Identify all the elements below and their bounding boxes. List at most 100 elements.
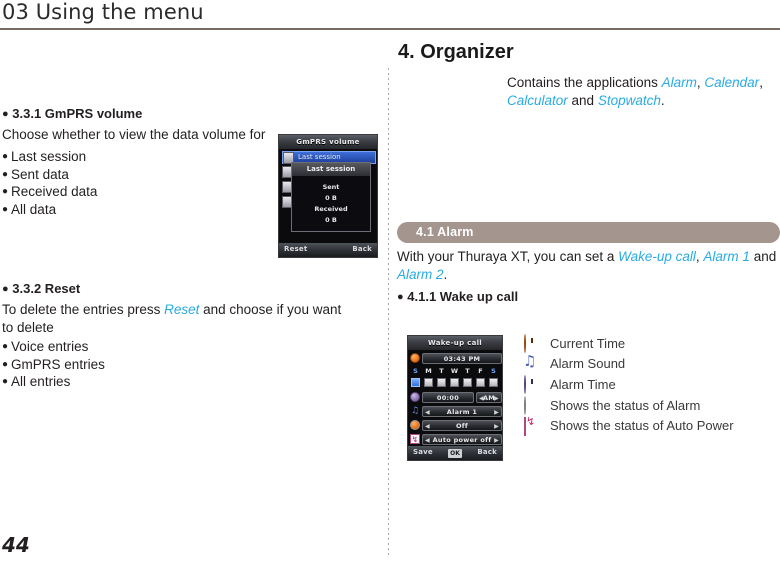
section-3-3-2-intro: To delete the entries press Reset and ch… [2,301,352,337]
alarm-description: With your Thuraya XT, you can set a Wake… [397,248,779,284]
softkey-left-reset[interactable]: Reset [284,245,307,253]
popup-received-value: 0 B [325,216,337,224]
gmprs-volume-screen-mock: GmPRS volume Last session Sent data Rece… [278,134,378,258]
alarm-time-icon [524,375,540,395]
bullet-dot: ● [2,168,9,180]
auto-power-selector[interactable]: ◀ Auto power off ▶ [422,434,502,445]
weekday-checkbox-sun[interactable] [411,378,420,387]
section-3-3-1-heading-text: 3.3.1 GmPRS volume [12,106,143,121]
section-4-1-1-heading: ● 4.1.1 Wake up call [397,289,518,304]
screen-softkey-bar: Reset Back [279,243,377,257]
legend-item-alarm-time: Alarm Time [524,374,774,395]
weekday-checkbox-mon[interactable] [424,378,433,387]
bullet-dot: ● [2,186,9,197]
link-wake-up-call: Wake-up call [618,249,696,264]
desc-and: and [567,93,598,108]
list-item-label: Sent data [11,166,69,182]
left-column: ● 3.3.1 GmPRS volume Choose whether to v… [0,0,388,569]
screen-softkey-bar: Save OK Back [408,446,502,460]
current-time-icon [524,334,540,354]
alarm-status-icon [410,420,420,430]
auto-power-row: ↯ ◀ Auto power off ▶ [410,434,502,446]
alarm-status-icon [524,396,540,416]
screen-title: Wake-up call [408,336,502,350]
alarm-sound-selector[interactable]: ◀ Alarm 1 ▶ [422,406,502,417]
alarm-desc-period: . [443,267,448,282]
popup-sent-value: 0 B [325,194,337,202]
desc-period: . [660,93,665,108]
section-4-1-banner-label: 4.1 Alarm [416,225,474,239]
alarm-time-value[interactable]: 00:00 [422,392,474,403]
list-item: ● GmPRS entries [2,356,252,374]
legend-item-auto-power: Shows the status of Auto Power [524,415,774,436]
chevron-right-icon: ▶ [494,423,499,430]
bullet-dot: ● [2,283,9,295]
weekday-checkbox-sat[interactable] [489,378,498,387]
menu-item-label: Last session [298,153,341,161]
manual-page: 03 Using the menu ● 3.3.1 GmPRS volume C… [0,0,780,569]
legend-label: Shows the status of Auto Power [550,418,734,434]
legend-label: Shows the status of Alarm [550,397,701,413]
gmprs-volume-option-list: ● Last session ● Sent data ● Received data … [2,148,252,218]
popup-title: Last session [292,163,370,176]
alarm-sound-icon [524,356,540,372]
bullet-dot: ● [2,376,9,387]
weekday-checkbox-thu[interactable] [463,378,472,387]
section-3-3-2-heading-text: 3.3.2 Reset [12,281,81,296]
weekday-label-wed: W [450,367,459,375]
section-4-1-1-heading-text: 4.1.1 Wake up call [407,289,519,304]
bullet-dot: ● [397,291,404,303]
softkey-right-back[interactable]: Back [352,245,372,253]
page-title-organizer: 4. Organizer [398,41,514,63]
bullet-dot: ● [2,358,9,370]
section-3-3-1-intro: Choose whether to view the data volume f… [2,127,266,142]
app-link-calendar: Calendar [704,75,760,90]
popup-sent-label: Sent [322,183,340,191]
legend-item-alarm-sound: Alarm Sound [524,354,774,375]
list-item: ● Last session [2,148,252,166]
weekday-label-tue: T [439,367,444,375]
legend-label: Current Time [550,335,626,351]
app-link-calculator: Calculator [507,93,568,108]
weekday-checkbox-fri[interactable] [476,378,485,387]
intro-before-text: To delete the entries press [2,302,165,317]
list-item: ● All entries [2,373,252,391]
section-4-1-banner: 4.1 Alarm [397,222,780,243]
chevron-left-icon: ◀ [425,409,430,416]
alarm-sound-row: ♫ ◀ Alarm 1 ▶ [410,406,502,418]
weekday-checkbox-tue[interactable] [437,378,446,387]
right-column: 4. Organizer Organizer ⇌ 30 ⚙⚙ ⚲ Se [394,0,780,569]
alarm-status-selector[interactable]: ◀ Off ▶ [422,420,502,431]
softkey-right-back[interactable]: Back [477,448,497,456]
softkey-left-save[interactable]: Save [413,448,433,456]
alarm-ampm-selector[interactable]: ◀ AM ▶ [476,392,502,403]
alarm-desc-and: and [749,249,777,264]
current-time-row: 03:43 PM [410,353,502,365]
chevron-left-icon: ◀ [425,423,430,430]
popup-received-label: Received [314,205,348,213]
reset-option-list: ● Voice entries ● GmPRS entries ● All entri… [2,338,252,391]
app-link-alarm: Alarm [661,75,697,90]
list-item: ● Sent data [2,166,252,184]
wakeup-call-screen-mock: Wake-up call 03:43 PM S M T W T F S 00:0… [407,335,503,461]
softkey-center-ok[interactable]: OK [448,448,462,458]
chevron-right-icon: ▶ [494,409,499,416]
column-divider [388,68,389,556]
current-time-value: 03:43 PM [422,353,502,364]
last-session-popup: Last session Sent 0 B Received 0 B [291,162,371,232]
bullet-dot: ● [2,341,9,352]
chevron-left-icon: ◀ [479,395,484,402]
bullet-dot: ● [2,151,9,162]
weekday-checkbox-wed[interactable] [450,378,459,387]
weekday-label-sat: S [491,367,496,375]
chevron-right-icon: ▶ [494,437,499,444]
weekday-checkbox-row [410,378,502,389]
auto-power-value: Auto power off [432,436,492,444]
link-alarm-1: Alarm 1 [703,249,750,264]
legend-item-current-time: Current Time [524,333,774,354]
list-item-label: All data [11,201,57,217]
desc-comma-2: , [759,75,763,90]
alarm-time-icon [410,392,420,402]
weekday-label-mon: M [425,367,432,375]
legend-label: Alarm Time [550,376,616,392]
